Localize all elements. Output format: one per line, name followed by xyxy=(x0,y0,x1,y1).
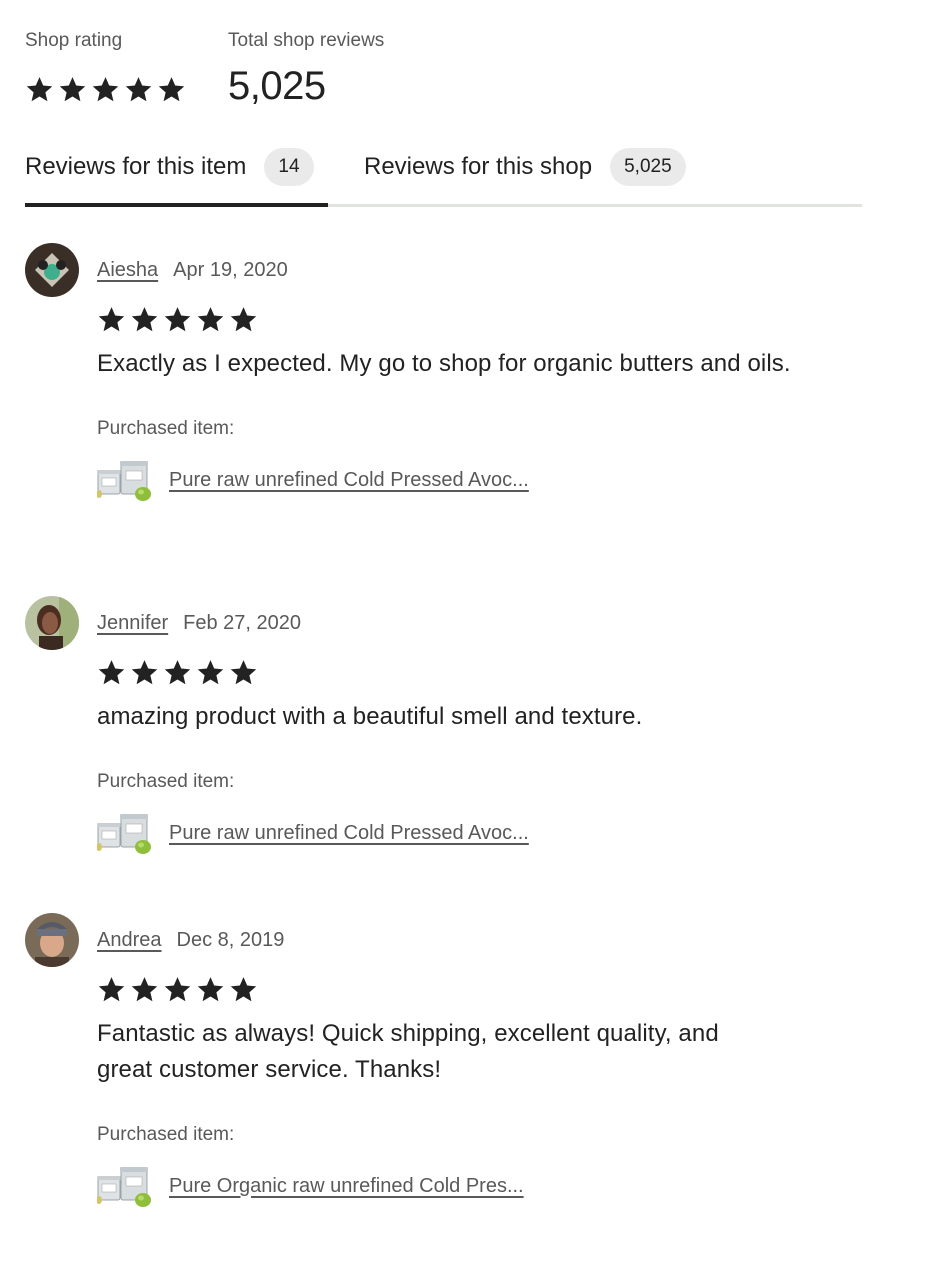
tab-reviews-for-item[interactable]: Reviews for this item 14 xyxy=(25,145,328,207)
star-icon xyxy=(97,305,126,334)
count-badge: 5,025 xyxy=(610,148,686,186)
review-date: Feb 27, 2020 xyxy=(183,611,302,634)
purchased-item-link[interactable]: Pure Organic raw unrefined Cold Pres... xyxy=(169,1175,524,1198)
avatar[interactable] xyxy=(25,913,79,967)
star-icon xyxy=(97,975,126,1004)
review-body: Andrea Dec 8, 2019 Fantastic as always! … xyxy=(97,913,837,1208)
product-thumbnail[interactable] xyxy=(97,458,153,502)
star-icon xyxy=(130,975,159,1004)
count-badge: 14 xyxy=(264,148,314,186)
star-icon xyxy=(157,75,186,104)
star-icon xyxy=(97,658,126,687)
star-icon xyxy=(163,305,192,334)
avatar[interactable] xyxy=(25,596,79,650)
review-body: Aiesha Apr 19, 2020 Exactly as I expecte… xyxy=(97,243,837,502)
total-reviews-label: Total shop reviews xyxy=(228,30,385,51)
star-icon xyxy=(130,305,159,334)
product-thumbnail[interactable] xyxy=(97,811,153,855)
star-icon xyxy=(91,75,120,104)
avatar[interactable] xyxy=(25,243,79,297)
review-body: Jennifer Feb 27, 2020 amazing product wi… xyxy=(97,596,837,855)
shop-rating-label: Shop rating xyxy=(25,30,123,51)
review-stars xyxy=(97,975,837,1005)
review-text: amazing product with a beautiful smell a… xyxy=(97,703,643,730)
tab-label: Reviews for this shop xyxy=(364,153,593,180)
total-reviews-section: Total shop reviews 5,025 xyxy=(228,30,385,108)
purchased-item[interactable]: Pure raw unrefined Cold Pressed Avoc... xyxy=(97,811,837,855)
review-text: Exactly as I expected. My go to shop for… xyxy=(97,350,791,377)
star-icon xyxy=(58,75,87,104)
star-icon xyxy=(196,305,225,334)
review-meta: Jennifer Feb 27, 2020 xyxy=(97,596,837,650)
star-icon xyxy=(163,975,192,1004)
shop-rating-stars xyxy=(25,75,186,104)
review-stars xyxy=(97,658,837,688)
purchased-item-label: Purchased item: xyxy=(97,1124,235,1145)
review-meta: Aiesha Apr 19, 2020 xyxy=(97,243,837,297)
shop-summary: Shop rating Total shop reviews 5,025 xyxy=(25,30,625,120)
purchased-item-label: Purchased item: xyxy=(97,418,235,439)
reviewer-name-link[interactable]: Jennifer xyxy=(97,612,168,635)
review-tabs: Reviews for this item 14 Reviews for thi… xyxy=(25,145,862,207)
tab-label: Reviews for this item xyxy=(25,153,247,180)
star-icon xyxy=(25,75,54,104)
star-icon xyxy=(124,75,153,104)
purchased-item[interactable]: Pure raw unrefined Cold Pressed Avoc... xyxy=(97,458,837,502)
star-icon xyxy=(163,658,192,687)
review-date: Dec 8, 2019 xyxy=(176,928,285,951)
purchased-item-label: Purchased item: xyxy=(97,771,235,792)
tab-reviews-for-shop[interactable]: Reviews for this shop 5,025 xyxy=(364,145,724,207)
total-reviews-value: 5,025 xyxy=(228,64,326,108)
star-icon xyxy=(229,975,258,1004)
review-stars xyxy=(97,305,837,335)
star-icon xyxy=(229,658,258,687)
star-icon xyxy=(196,975,225,1004)
purchased-item[interactable]: Pure Organic raw unrefined Cold Pres... xyxy=(97,1164,837,1208)
product-thumbnail[interactable] xyxy=(97,1164,153,1208)
review-meta: Andrea Dec 8, 2019 xyxy=(97,913,837,967)
purchased-item-link[interactable]: Pure raw unrefined Cold Pressed Avoc... xyxy=(169,822,529,845)
purchased-item-link[interactable]: Pure raw unrefined Cold Pressed Avoc... xyxy=(169,469,529,492)
star-icon xyxy=(196,658,225,687)
star-icon xyxy=(130,658,159,687)
star-icon xyxy=(229,305,258,334)
reviewer-name-link[interactable]: Andrea xyxy=(97,929,162,952)
review-date: Apr 19, 2020 xyxy=(173,258,288,281)
review-text: Fantastic as always! Quick shipping, exc… xyxy=(97,1020,719,1083)
reviewer-name-link[interactable]: Aiesha xyxy=(97,259,158,282)
shop-rating-section: Shop rating xyxy=(25,30,122,52)
active-tab-indicator xyxy=(25,203,328,207)
